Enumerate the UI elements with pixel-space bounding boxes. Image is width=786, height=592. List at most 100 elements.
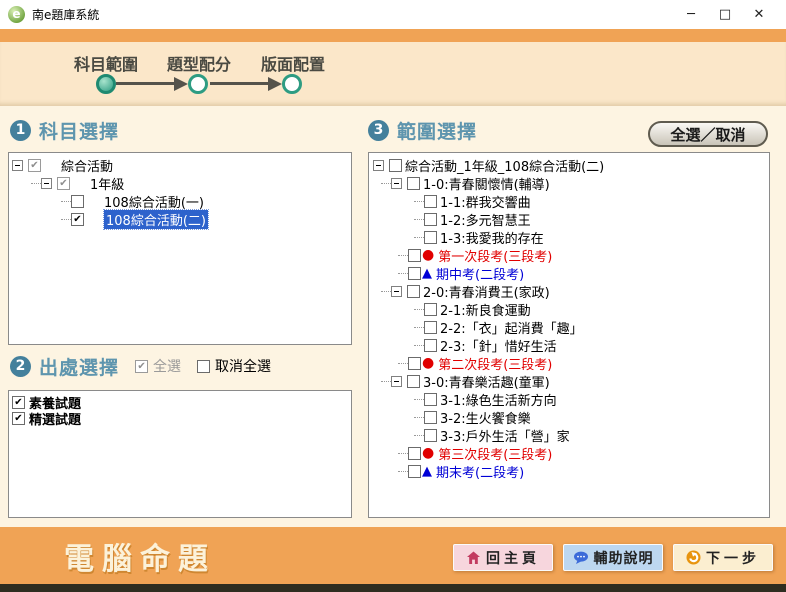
- deselect-all-label[interactable]: 取消全選: [215, 356, 271, 376]
- tree-checkbox[interactable]: [424, 321, 437, 334]
- tree-connector-line: [398, 255, 408, 256]
- collapse-toggle-icon[interactable]: [391, 286, 402, 297]
- collapse-toggle-icon[interactable]: [12, 160, 23, 171]
- tree-node-label[interactable]: 1-1:群我交響曲: [440, 192, 531, 211]
- tree-checkbox[interactable]: [71, 213, 84, 226]
- tree-node-label[interactable]: 2-0:青春消費王(家政): [423, 282, 550, 301]
- tree-checkbox[interactable]: [407, 177, 420, 190]
- tree-checkbox[interactable]: [424, 411, 437, 424]
- step-arrow-line: [116, 82, 174, 85]
- tree-row[interactable]: 2-2:「衣」起消費「趣」: [369, 318, 769, 336]
- source-section-header: 2 出處選擇 全選 取消全選: [10, 354, 271, 378]
- tree-node-label[interactable]: 期末考(二段考): [436, 462, 524, 481]
- deselect-all-checkbox[interactable]: [197, 360, 210, 373]
- tree-node-label[interactable]: 3-1:綠色生活新方向: [440, 390, 557, 409]
- tree-checkbox[interactable]: [424, 195, 437, 208]
- tree-node-label[interactable]: 1-2:多元智慧王: [440, 210, 531, 229]
- select-all-checkbox[interactable]: [135, 360, 148, 373]
- close-button[interactable]: ✕: [742, 7, 776, 22]
- tree-node-label[interactable]: 1-3:我愛我的存在: [440, 228, 544, 247]
- tree-checkbox[interactable]: [12, 412, 25, 425]
- collapse-toggle-icon[interactable]: [391, 376, 402, 387]
- tree-checkbox[interactable]: [424, 429, 437, 442]
- maximize-button[interactable]: □: [708, 7, 742, 22]
- tree-node-label[interactable]: 綜合活動: [61, 156, 113, 175]
- tree-row[interactable]: 綜合活動_1年級_108綜合活動(二): [369, 156, 769, 174]
- main-content: 1 科目選擇 綜合活動1年級108綜合活動(一)108綜合活動(二) 2 出處選…: [0, 106, 786, 527]
- tree-checkbox[interactable]: [57, 177, 70, 190]
- tree-row[interactable]: 3-3:戶外生活「營」家: [369, 426, 769, 444]
- range-section-title: 範圍選擇: [397, 117, 477, 144]
- tree-checkbox[interactable]: [408, 267, 421, 280]
- tree-row[interactable]: 1年級: [9, 174, 351, 192]
- tree-row[interactable]: ▲期末考(二段考): [369, 462, 769, 480]
- tree-node-label[interactable]: 綜合活動_1年級_108綜合活動(二): [405, 156, 604, 175]
- tree-row[interactable]: ●第一次段考(三段考): [369, 246, 769, 264]
- tree-checkbox[interactable]: [424, 231, 437, 244]
- tree-checkbox[interactable]: [424, 213, 437, 226]
- source-item-label[interactable]: 精選試題: [29, 409, 81, 428]
- tree-row[interactable]: 1-0:青春關懷情(輔導): [369, 174, 769, 192]
- tree-row[interactable]: 108綜合活動(一): [9, 192, 351, 210]
- minimize-button[interactable]: ─: [674, 7, 708, 22]
- tree-row[interactable]: 3-1:綠色生活新方向: [369, 390, 769, 408]
- tree-node-label[interactable]: 第三次段考(三段考): [438, 444, 552, 463]
- tree-connector-line: [31, 183, 41, 184]
- collapse-toggle-icon[interactable]: [391, 178, 402, 189]
- select-all-label[interactable]: 全選: [153, 356, 181, 376]
- tree-node-label[interactable]: 3-3:戶外生活「營」家: [440, 426, 570, 445]
- tree-checkbox[interactable]: [408, 447, 421, 460]
- tree-row[interactable]: 2-0:青春消費王(家政): [369, 282, 769, 300]
- tree-checkbox[interactable]: [424, 393, 437, 406]
- tree-checkbox[interactable]: [408, 465, 421, 478]
- tree-row[interactable]: ●第三次段考(三段考): [369, 444, 769, 462]
- tree-connector-line: [61, 201, 71, 202]
- tree-row[interactable]: 1-3:我愛我的存在: [369, 228, 769, 246]
- tree-checkbox[interactable]: [407, 285, 420, 298]
- tree-connector-line: [414, 417, 424, 418]
- step-arrow-icon: [268, 77, 282, 91]
- tree-row[interactable]: 1-1:群我交響曲: [369, 192, 769, 210]
- tree-node-label[interactable]: 1年級: [90, 174, 124, 193]
- source-list-item[interactable]: 精選試題: [9, 410, 351, 426]
- tree-checkbox[interactable]: [389, 159, 402, 172]
- tree-checkbox[interactable]: [71, 195, 84, 208]
- tree-row[interactable]: 1-2:多元智慧王: [369, 210, 769, 228]
- tree-checkbox[interactable]: [408, 357, 421, 370]
- tree-row[interactable]: 108綜合活動(二): [9, 210, 351, 228]
- tree-row[interactable]: 2-3:「針」惜好生活: [369, 336, 769, 354]
- tree-row[interactable]: 2-1:新良食運動: [369, 300, 769, 318]
- select-all-toggle-button[interactable]: 全選／取消: [648, 121, 768, 147]
- tree-row[interactable]: ▲ 期中考(二段考): [369, 264, 769, 282]
- subject-section-title: 科目選擇: [39, 117, 119, 144]
- tree-row[interactable]: 綜合活動: [9, 156, 351, 174]
- next-button[interactable]: 下一步: [673, 544, 773, 571]
- help-button[interactable]: 輔助說明: [563, 544, 663, 571]
- tree-node-label[interactable]: 108綜合活動(二): [104, 210, 208, 229]
- tree-node-label[interactable]: 1-0:青春關懷情(輔導): [423, 174, 550, 193]
- tree-node-label[interactable]: 3-2:生火饗食樂: [440, 408, 531, 427]
- tree-node-label[interactable]: 2-1:新良食運動: [440, 300, 531, 319]
- tree-node-label[interactable]: 第一次段考(三段考): [438, 246, 552, 265]
- tree-row[interactable]: 3-0:青春樂活趣(童軍): [369, 372, 769, 390]
- tree-node-label[interactable]: 第二次段考(三段考): [438, 354, 552, 373]
- exam-triangle-icon: ▲: [422, 267, 432, 280]
- tree-checkbox[interactable]: [408, 249, 421, 262]
- home-button[interactable]: 回主頁: [453, 544, 553, 571]
- tree-row[interactable]: 3-2:生火饗食樂: [369, 408, 769, 426]
- tree-checkbox[interactable]: [424, 303, 437, 316]
- collapse-toggle-icon[interactable]: [373, 160, 384, 171]
- tree-node-label[interactable]: 2-2:「衣」起消費「趣」: [440, 318, 583, 337]
- tree-row[interactable]: ●第二次段考(三段考): [369, 354, 769, 372]
- tree-node-label[interactable]: 2-3:「針」惜好生活: [440, 336, 557, 355]
- tree-checkbox[interactable]: [407, 375, 420, 388]
- tree-node-label[interactable]: 3-0:青春樂活趣(童軍): [423, 372, 550, 391]
- tree-node-label[interactable]: 期中考(二段考): [436, 264, 524, 283]
- tree-connector-line: [381, 291, 391, 292]
- tree-checkbox[interactable]: [28, 159, 41, 172]
- tree-checkbox[interactable]: [424, 339, 437, 352]
- tree-checkbox[interactable]: [12, 396, 25, 409]
- section-1-badge: 1: [10, 120, 31, 141]
- collapse-toggle-icon[interactable]: [41, 178, 52, 189]
- tree-node-label[interactable]: 108綜合活動(一): [104, 192, 204, 211]
